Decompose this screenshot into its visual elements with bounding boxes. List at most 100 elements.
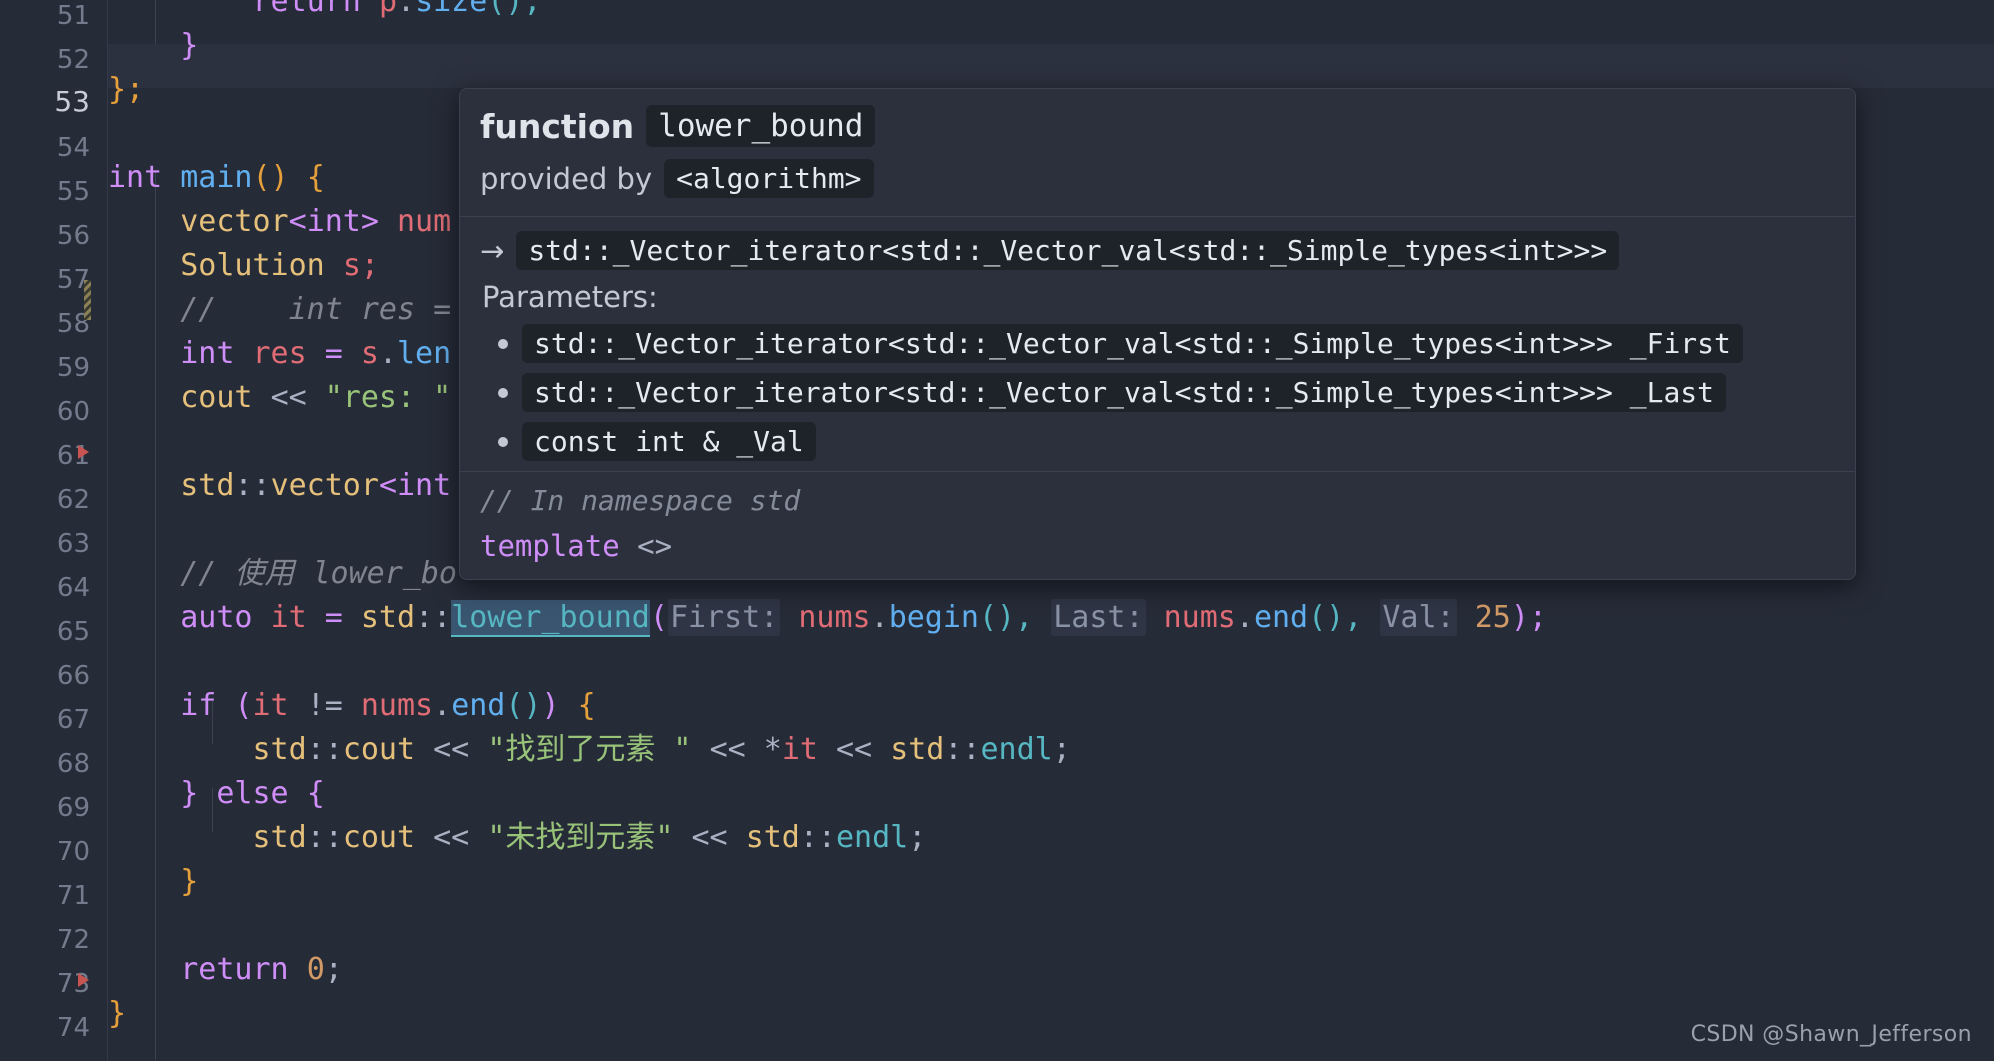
token-punct: . (397, 0, 416, 19)
line-number: 63 (56, 529, 90, 559)
token-brace: { (306, 160, 325, 195)
token-keyword: return (180, 952, 289, 987)
token-number: 25 (1474, 600, 1511, 635)
token-brace: { (577, 688, 596, 723)
line-number: 74 (56, 1013, 90, 1043)
tooltip-namespace-comment: // In namespace std (480, 484, 801, 517)
line-number: 59 (56, 353, 90, 383)
token-comment: // 使用 lower_bo (180, 556, 457, 591)
token-identifier: s (360, 336, 379, 371)
token-keyword: int (306, 204, 361, 239)
code-line[interactable]: return 0; (108, 948, 1994, 992)
tooltip-symbol-chip: lower_bound (646, 105, 876, 147)
code-line[interactable]: } (108, 24, 1994, 68)
code-editor[interactable]: 51 52 53 54 55 56 57 58 59 60 61 62 63 6… (0, 0, 1994, 1061)
line-number: 71 (56, 881, 90, 911)
token-punct: ; (324, 952, 343, 987)
token-punct: (); (487, 0, 542, 19)
token-punct: :: (944, 732, 981, 767)
code-line[interactable] (108, 904, 1994, 948)
line-number: 66 (56, 661, 90, 691)
token-number: 0 (306, 952, 325, 987)
token-identifier: nums (798, 600, 871, 635)
tooltip-header: function lower_bound provided by <algori… (460, 89, 1855, 216)
token-punct: < (378, 468, 397, 503)
token-namespace: std (360, 600, 416, 635)
tooltip-parameter-text: std::_Vector_iterator<std::_Vector_val<s… (522, 373, 1727, 412)
line-number: 51 (56, 1, 90, 31)
token-identifier: it (252, 688, 289, 723)
line-number: 55 (56, 177, 90, 207)
inlay-hint-val[interactable]: Val: (1380, 599, 1457, 636)
token-type: cout (342, 820, 416, 855)
token-function-highlighted[interactable]: lower_bound (451, 600, 650, 637)
tooltip-provided-by-label: provided by (480, 161, 653, 196)
inlay-hint-last[interactable]: Last: (1051, 599, 1146, 636)
token-punct: ( (649, 600, 668, 635)
token-punct: (), (1308, 600, 1363, 635)
line-number-gutter[interactable]: 51 52 53 54 55 56 57 58 59 60 61 62 63 6… (0, 0, 108, 1061)
line-number: 69 (56, 793, 90, 823)
line-number-current: 53 (54, 85, 90, 118)
token-punct: ); (1510, 600, 1547, 635)
token-identifier: res (252, 336, 307, 371)
tooltip-return-type: std::_Vector_iterator<std::_Vector_val<s… (516, 231, 1620, 270)
line-number: 64 (56, 573, 90, 603)
bullet-icon (498, 436, 508, 447)
token-identifier: nums (360, 688, 434, 723)
token-punct: () (505, 688, 542, 723)
code-line[interactable]: } else { (108, 772, 1994, 816)
token-punct: (), (979, 600, 1034, 635)
run-gutter-icon[interactable] (78, 445, 89, 459)
token-punct: :: (415, 600, 452, 635)
token-function: end (451, 688, 506, 723)
token-identifier: s; (342, 248, 379, 283)
code-line[interactable]: auto it = std::lower_bound(First: nums.b… (108, 596, 1994, 640)
documentation-tooltip[interactable]: function lower_bound provided by <algori… (459, 88, 1856, 580)
code-line[interactable]: std::cout << "找到了元素 " << *it << std::end… (108, 728, 1994, 772)
tooltip-include-chip: <algorithm> (664, 159, 874, 198)
token-constant: endl (980, 732, 1053, 767)
token-keyword: else (216, 776, 289, 811)
token-operator: = (324, 600, 343, 635)
token-type: cout (342, 732, 416, 767)
token-brace: { (306, 776, 325, 811)
code-line[interactable]: } (108, 860, 1994, 904)
tooltip-parameter-text: const int & _Val (522, 422, 816, 461)
tooltip-footer: // In namespace std template <> (460, 472, 1855, 579)
token-punct: ; (1052, 732, 1071, 767)
inlay-hint-first[interactable]: First: (667, 599, 781, 636)
token-punct: > (360, 204, 379, 239)
code-line[interactable]: if (it != nums.end()) { (108, 684, 1994, 728)
token-function: len (397, 336, 452, 371)
run-gutter-icon[interactable] (78, 973, 89, 987)
token-identifier: p (378, 0, 397, 19)
tooltip-parameter-item: const int & _Val (498, 422, 1835, 461)
token-string: "res: " (324, 380, 452, 415)
token-comment: // int res = (180, 292, 452, 327)
code-line[interactable] (108, 640, 1994, 684)
token-namespace: std (252, 732, 307, 767)
token-operator: * (763, 732, 782, 767)
token-namespace: std (745, 820, 800, 855)
return-arrow-icon: → (480, 233, 505, 268)
line-number: 70 (56, 837, 90, 867)
tooltip-signature-section: → std::_Vector_iterator<std::_Vector_val… (460, 217, 1855, 471)
token-keyword: if (180, 688, 217, 723)
token-keyword: int (108, 160, 163, 195)
token-operator: << (691, 820, 728, 855)
line-number: 58 (56, 309, 90, 339)
tooltip-return-row: → std::_Vector_iterator<std::_Vector_val… (480, 231, 1835, 270)
token-identifier: it (270, 600, 307, 635)
change-marker-icon[interactable] (84, 280, 91, 320)
tooltip-template-line: template <> (480, 529, 1835, 563)
token-function: end (1253, 600, 1309, 635)
line-number: 56 (56, 221, 90, 251)
token-keyword: auto (180, 600, 253, 635)
code-line[interactable]: std::cout << "未找到元素" << std::endl; (108, 816, 1994, 860)
token-function: size (415, 0, 488, 19)
token-punct: :: (306, 732, 343, 767)
code-line[interactable]: return p.size(); (108, 0, 1994, 24)
token-punct: ( (234, 688, 253, 723)
token-type: vector (180, 204, 289, 239)
